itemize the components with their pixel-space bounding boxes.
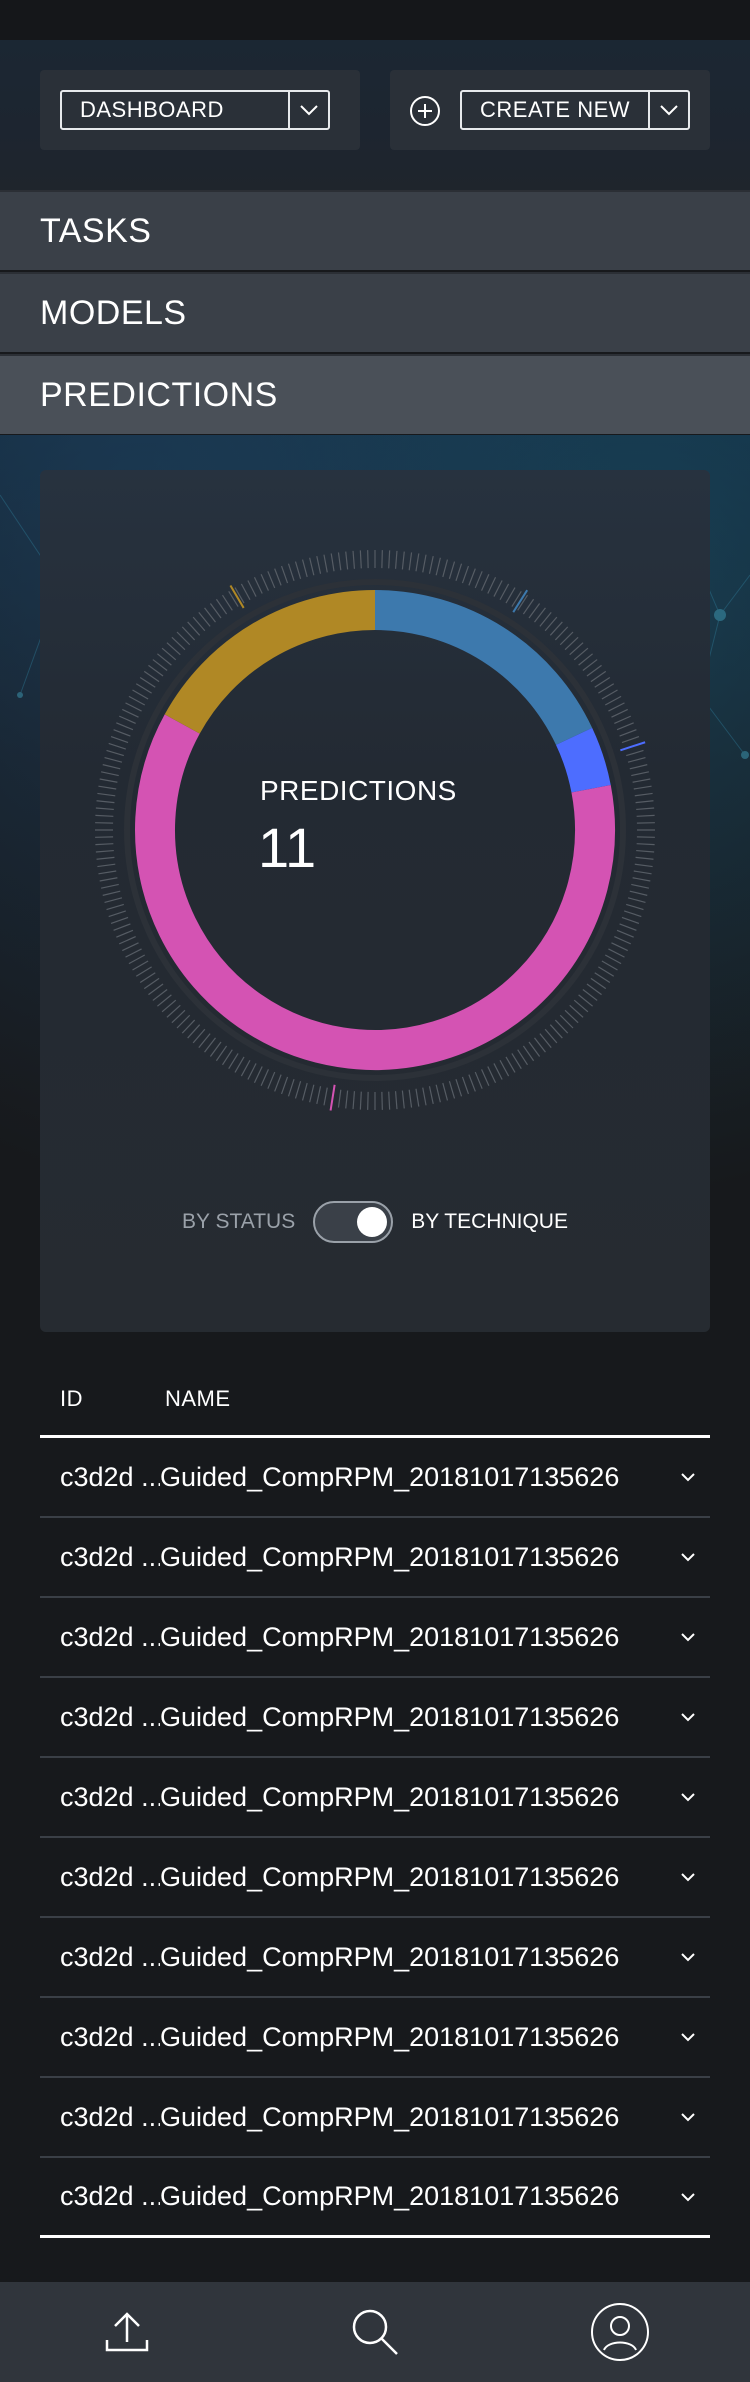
row-id: c3d2d ...	[60, 1861, 160, 1892]
donut-tick-ring	[95, 550, 655, 1110]
chevron-down-icon[interactable]	[666, 1712, 710, 1722]
status-technique-toggle-row: BY STATUS BY TECHNIQUE	[40, 1200, 710, 1244]
row-name: Guided_CompRPM_20181017135626	[160, 2021, 620, 2052]
toggle-label-by-technique[interactable]: BY TECHNIQUE	[411, 1210, 568, 1234]
row-name: Guided_CompRPM_20181017135626	[160, 1701, 620, 1732]
nav-item-models[interactable]: MODELS	[0, 272, 750, 352]
nav-item-predictions[interactable]: PREDICTIONS	[0, 354, 750, 434]
donut-slice-marker-1	[620, 741, 646, 752]
plus-circle-icon[interactable]	[408, 94, 442, 128]
row-id: c3d2d ...	[60, 1621, 160, 1652]
table-row[interactable]: c3d2d ... Guided_CompRPM_20181017135626	[40, 2078, 710, 2158]
search-icon[interactable]	[345, 2302, 405, 2362]
chevron-down-icon[interactable]	[666, 2112, 710, 2122]
row-name: Guided_CompRPM_20181017135626	[160, 1861, 620, 1892]
create-new-select[interactable]: CREATE NEW	[460, 90, 690, 130]
chevron-down-icon[interactable]	[666, 1952, 710, 1962]
status-bar	[0, 0, 750, 40]
dashboard-select-label: DASHBOARD	[80, 97, 224, 122]
donut-center-title: PREDICTIONS	[260, 775, 457, 806]
bottom-nav	[0, 2282, 750, 2382]
chevron-down-icon[interactable]	[666, 2192, 710, 2202]
dashboard-select[interactable]: DASHBOARD	[60, 90, 330, 130]
donut-slice-3[interactable]	[164, 590, 376, 734]
chevron-down-icon[interactable]	[666, 1552, 710, 1562]
row-name: Guided_CompRPM_20181017135626	[160, 1941, 620, 1972]
create-new-select-label: CREATE NEW	[480, 97, 631, 122]
dashboard-card: DASHBOARD	[40, 70, 360, 150]
table-row[interactable]: c3d2d ... Guided_CompRPM_20181017135626	[40, 1598, 710, 1678]
donut-slice-marker-2	[329, 1084, 336, 1111]
status-technique-toggle[interactable]	[313, 1201, 394, 1243]
row-name: Guided_CompRPM_20181017135626	[160, 1541, 620, 1572]
chevron-down-icon	[648, 92, 688, 128]
toggle-knob	[357, 1207, 388, 1237]
chevron-down-icon[interactable]	[666, 1872, 710, 1882]
column-header-id[interactable]: ID	[40, 1386, 165, 1412]
row-id: c3d2d ...	[60, 1941, 160, 1972]
row-id: c3d2d ...	[60, 2021, 160, 2052]
donut-slice-1[interactable]	[555, 727, 611, 793]
table-row[interactable]: c3d2d ... Guided_CompRPM_20181017135626	[40, 1918, 710, 1998]
row-name: Guided_CompRPM_20181017135626	[160, 2101, 620, 2132]
table-row[interactable]: c3d2d ... Guided_CompRPM_20181017135626	[40, 2158, 710, 2238]
chevron-down-icon[interactable]	[666, 1472, 710, 1482]
row-id: c3d2d ...	[60, 2181, 160, 2211]
row-id: c3d2d ...	[60, 1461, 160, 1492]
predictions-chart-card: PREDICTIONS 11 BY STATUS BY TECHNIQUE	[40, 470, 710, 1332]
create-card: CREATE NEW	[390, 70, 710, 150]
row-id: c3d2d ...	[60, 1781, 160, 1812]
chevron-down-icon[interactable]	[666, 1792, 710, 1802]
row-name: Guided_CompRPM_20181017135626	[160, 1621, 620, 1652]
predictions-donut-chart	[95, 550, 655, 1111]
table-body: c3d2d ... Guided_CompRPM_20181017135626 c3…	[40, 1438, 710, 2238]
row-name: Guided_CompRPM_20181017135626	[160, 2181, 620, 2211]
donut-slice-0[interactable]	[374, 590, 593, 746]
row-id: c3d2d ...	[60, 1701, 160, 1732]
nav-item-tasks[interactable]: TASKS	[0, 190, 750, 270]
upload-icon[interactable]	[97, 2302, 157, 2362]
row-id: c3d2d ...	[60, 2101, 160, 2132]
table-row[interactable]: c3d2d ... Guided_CompRPM_20181017135626	[40, 1838, 710, 1918]
chevron-down-icon[interactable]	[666, 2032, 710, 2042]
user-icon[interactable]	[590, 2302, 650, 2362]
donut-center-value: 11	[258, 816, 317, 879]
table-row[interactable]: c3d2d ... Guided_CompRPM_20181017135626	[40, 1998, 710, 2078]
chevron-down-icon	[288, 92, 328, 128]
column-header-name[interactable]: NAME	[165, 1386, 231, 1412]
chevron-down-icon[interactable]	[666, 1632, 710, 1642]
row-name: Guided_CompRPM_20181017135626	[160, 1461, 620, 1492]
header: DASHBOARD CREATE NEW	[0, 40, 750, 190]
table-row[interactable]: c3d2d ... Guided_CompRPM_20181017135626	[40, 1518, 710, 1598]
toggle-label-by-status[interactable]: BY STATUS	[182, 1210, 295, 1234]
row-name: Guided_CompRPM_20181017135626	[160, 1781, 620, 1812]
table-row[interactable]: c3d2d ... Guided_CompRPM_20181017135626	[40, 1678, 710, 1758]
row-id: c3d2d ...	[60, 1541, 160, 1572]
predictions-table: ID NAME c3d2d ... Guided_CompRPM_20181017…	[40, 1362, 710, 2238]
table-row[interactable]: c3d2d ... Guided_CompRPM_20181017135626	[40, 1758, 710, 1838]
donut-slice-2[interactable]	[135, 714, 615, 1070]
table-header: ID NAME	[40, 1362, 710, 1438]
table-row[interactable]: c3d2d ... Guided_CompRPM_20181017135626	[40, 1438, 710, 1518]
